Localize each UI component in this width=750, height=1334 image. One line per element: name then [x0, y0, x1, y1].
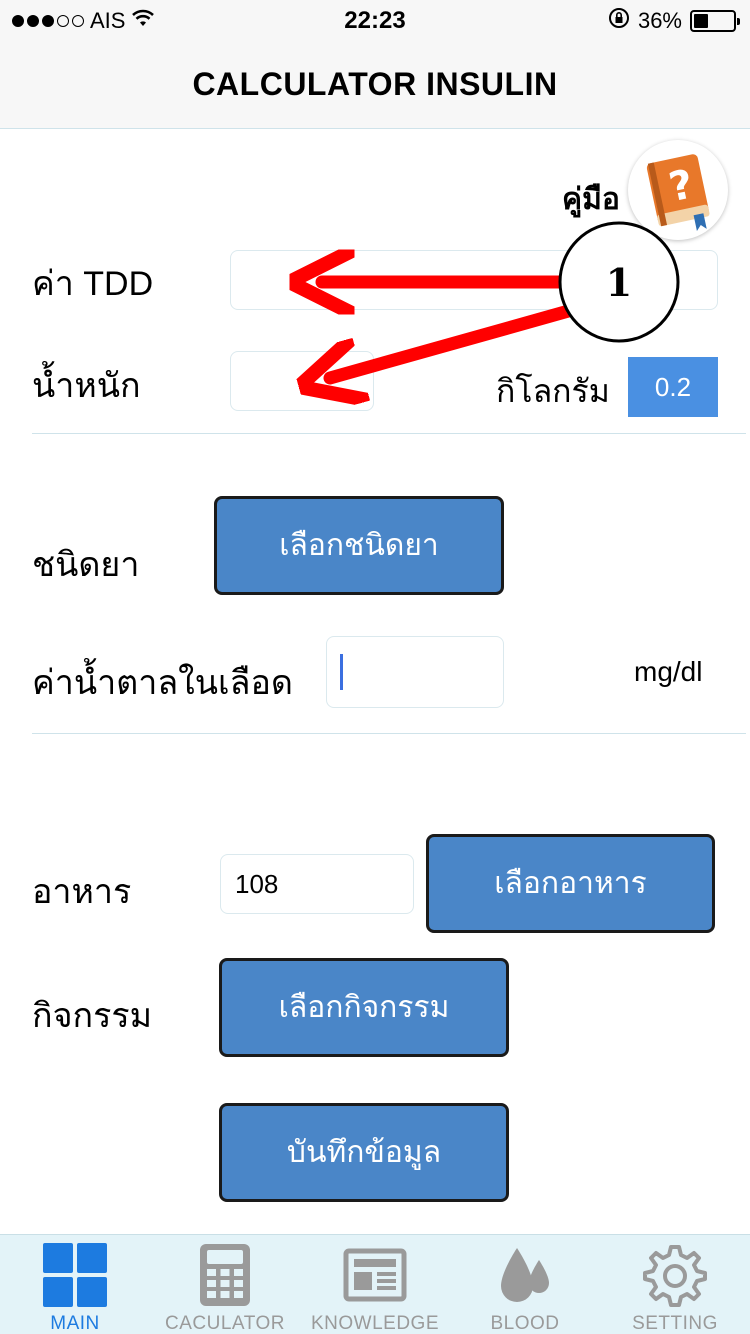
annotation-overlay: 1: [0, 221, 680, 1334]
newspaper-icon: [341, 1241, 409, 1309]
tab-knowledge[interactable]: KNOWLEDGE: [300, 1235, 450, 1334]
tab-label: KNOWLEDGE: [310, 1313, 440, 1334]
tab-label: BLOOD: [490, 1313, 560, 1334]
tab-calculator[interactable]: CACULATOR: [150, 1235, 300, 1334]
tab-main[interactable]: MAIN: [0, 1235, 150, 1334]
annotation-marker-number: 1: [606, 260, 632, 305]
tab-label: CACULATOR: [165, 1313, 285, 1334]
annotation-arrow-weight: [330, 303, 579, 378]
grid-icon: [41, 1241, 109, 1309]
tab-label: SETTING: [632, 1313, 718, 1334]
blood-drops-icon: [491, 1241, 559, 1309]
tab-bar: MAIN CACULATOR KNOWLEDGE BLOOD SETTING: [0, 1234, 750, 1334]
calculator-icon: [191, 1241, 259, 1309]
tab-setting[interactable]: SETTING: [600, 1235, 750, 1334]
tab-label: MAIN: [50, 1313, 100, 1334]
gear-icon: [641, 1241, 709, 1309]
tab-blood[interactable]: BLOOD: [450, 1235, 600, 1334]
